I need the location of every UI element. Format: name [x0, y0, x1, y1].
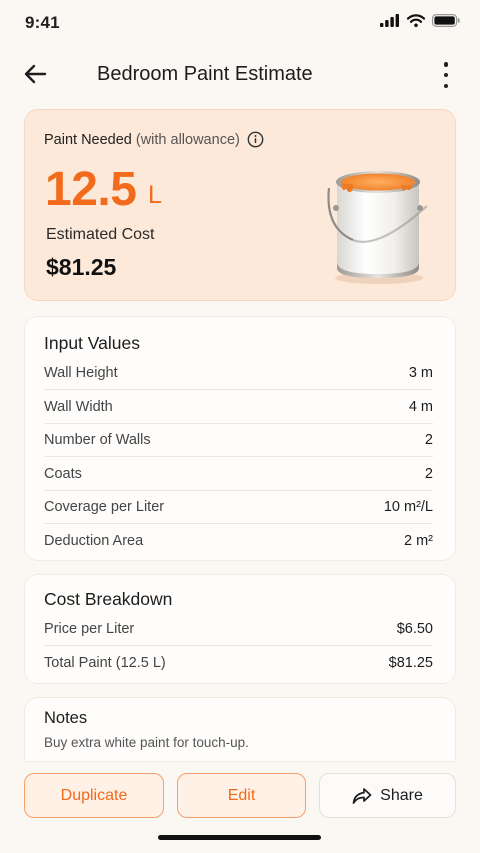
cost-row-total-paint: Total Paint (12.5 L) $81.25 [44, 646, 433, 680]
input-values-card: Input Values Wall Height 3 m Wall Width … [24, 316, 456, 561]
more-vertical-icon [443, 62, 449, 67]
arrow-left-icon [24, 64, 47, 84]
header: Bedroom Paint Estimate [0, 52, 480, 96]
share-icon [352, 787, 372, 804]
estimated-cost-label: Estimated Cost [46, 226, 155, 243]
input-row-wall-height: Wall Height 3 m [44, 356, 433, 390]
cost-row-price-per-liter: Price per Liter $6.50 [44, 612, 433, 646]
row-value: $6.50 [396, 620, 433, 637]
share-button[interactable]: Share [319, 773, 456, 818]
notes-title: Notes [44, 709, 88, 727]
paint-needed-title: Paint Needed [44, 131, 132, 148]
duplicate-button-label: Duplicate [60, 786, 128, 804]
row-value: $81.25 [388, 655, 433, 671]
status-icons [380, 14, 460, 27]
row-label: Number of Walls [44, 431, 151, 448]
paint-needed-label: Paint Needed (with allowance) [44, 131, 264, 148]
share-button-label: Share [380, 786, 423, 804]
input-row-coats: Coats 2 [44, 457, 433, 491]
row-value: 3 m [408, 364, 433, 381]
allowance-note: (with allowance) [135, 131, 240, 148]
notes-text: Buy extra white paint for touch-up. [44, 735, 249, 750]
battery-icon [432, 14, 460, 27]
row-label: Wall Height [44, 364, 118, 381]
row-label: Coverage per Liter [44, 498, 165, 515]
paint-can-illustration [327, 171, 428, 284]
page-title: Bedroom Paint Estimate [97, 63, 313, 85]
input-row-deduction-area: Deduction Area 2 m² [44, 524, 433, 558]
paint-summary-card: Paint Needed (with allowance) 12.5 L Est… [24, 109, 456, 301]
row-label: Deduction Area [44, 533, 144, 549]
more-button[interactable] [440, 62, 452, 88]
status-time: 9:41 [25, 13, 60, 32]
screen: 9:41 Bedroom Paint Estimate Paint Needed… [0, 0, 480, 853]
row-label: Coats [44, 465, 82, 482]
row-value: 4 m [408, 398, 433, 415]
input-row-number-of-walls: Number of Walls 2 [44, 423, 433, 457]
action-bar: Duplicate Edit Share [24, 773, 456, 818]
row-value: 10 m²/L [383, 498, 433, 515]
edit-button-label: Edit [227, 786, 256, 804]
paint-needed-unit: L [148, 181, 162, 209]
info-icon[interactable] [247, 131, 264, 148]
notes-card: Notes Buy extra white paint for touch-up… [24, 697, 456, 762]
edit-button[interactable]: Edit [177, 773, 306, 818]
status-bar: 9:41 [0, 0, 480, 44]
estimated-cost-value: $81.25 [46, 254, 117, 280]
row-value: 2 m² [404, 533, 433, 549]
home-indicator[interactable] [158, 835, 321, 840]
back-button[interactable] [20, 61, 50, 87]
duplicate-button[interactable]: Duplicate [24, 773, 164, 818]
cost-breakdown-card: Cost Breakdown Price per Liter $6.50 Tot… [24, 574, 456, 684]
row-value: 2 [424, 431, 433, 448]
row-label: Total Paint (12.5 L) [44, 655, 166, 671]
row-label: Wall Width [44, 398, 113, 415]
input-values-title: Input Values [44, 333, 140, 353]
input-row-wall-width: Wall Width 4 m [44, 390, 433, 424]
row-value: 2 [424, 465, 433, 482]
wifi-icon [407, 14, 425, 27]
input-row-coverage: Coverage per Liter 10 m²/L [44, 490, 433, 524]
cost-breakdown-title: Cost Breakdown [44, 589, 173, 609]
row-label: Price per Liter [44, 620, 135, 637]
signal-icon [380, 14, 399, 27]
paint-needed-value: 12.5 [45, 163, 137, 216]
